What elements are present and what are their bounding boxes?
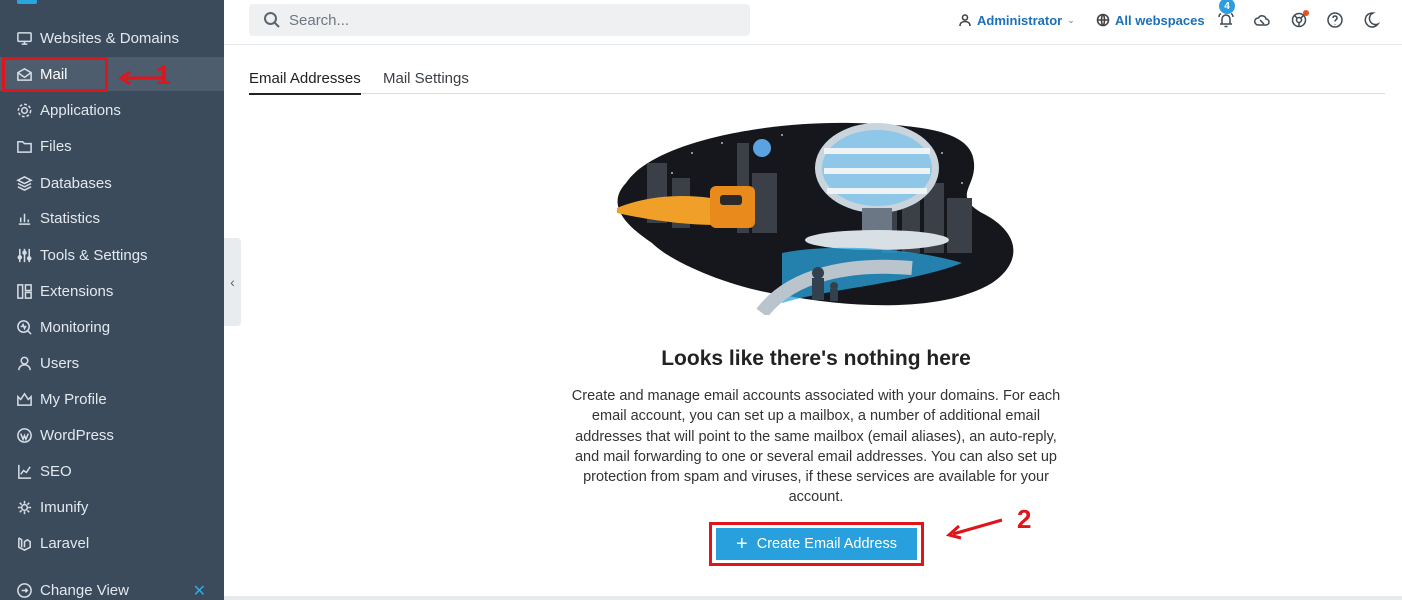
sidebar-item-tools-settings[interactable]: Tools & Settings (0, 238, 224, 272)
seo-icon (15, 462, 33, 480)
sidebar-item-wordpress[interactable]: WordPress (0, 418, 224, 452)
user-menu[interactable]: Administrator ⌄ (958, 0, 1075, 40)
annotation-step-1: 1 (156, 60, 171, 90)
sidebar-item-label: Statistics (40, 209, 101, 227)
sidebar-item-websites-domains[interactable]: Websites & Domains (0, 21, 224, 55)
sidebar-item-label: Databases (40, 174, 112, 192)
sidebar-item-label: Users (40, 354, 80, 372)
sidebar-item-label: SEO (40, 462, 72, 480)
change-view-icon (15, 581, 33, 599)
app-window: Websites & Domains Mail Applications Fil… (0, 0, 1402, 600)
empty-state-description: Create and manage email accounts associa… (571, 388, 1061, 506)
sidebar-collapse-handle[interactable]: ‹ (224, 238, 241, 326)
wordpress-icon (15, 426, 33, 444)
webspaces-selector[interactable]: All webspaces (1096, 0, 1205, 40)
sidebar-item-label: Laravel (40, 534, 90, 552)
create-email-highlight: + Create Email Address (709, 522, 924, 566)
change-view-label: Change View (40, 581, 129, 599)
empty-state-title: Looks like there's nothing here (661, 347, 971, 370)
sidebar-item-files[interactable]: Files (0, 129, 224, 163)
sidebar-item-label: Extensions (40, 282, 114, 300)
topbar: Administrator ⌄ All webspaces 4 (224, 0, 1402, 45)
sidebar-item-label: Tools & Settings (40, 246, 148, 264)
user-icon (959, 14, 971, 27)
close-icon[interactable]: ✕ (193, 581, 206, 600)
user-name: Administrator (977, 12, 1063, 28)
tabs-bar: Email Addresses Mail Settings (249, 62, 1385, 95)
database-icon (15, 174, 33, 192)
empty-state-illustration (617, 122, 1014, 315)
webspaces-label: All webspaces (1115, 12, 1205, 28)
sidebar-item-label: WordPress (40, 426, 114, 444)
sidebar-item-label: Monitoring (40, 318, 111, 336)
cloud-icon[interactable] (1253, 11, 1271, 29)
folder-icon (15, 137, 33, 155)
sidebar-item-imunify[interactable]: Imunify (0, 490, 224, 524)
monitor-icon (15, 29, 33, 47)
sidebar-item-label: My Profile (40, 390, 107, 408)
sidebar-item-laravel[interactable]: Laravel (0, 526, 224, 560)
sidebar-item-extensions[interactable]: Extensions (0, 274, 224, 308)
sidebar-item-users[interactable]: Users (0, 346, 224, 380)
gear-icon (15, 101, 33, 119)
logo (17, 0, 37, 4)
monitoring-icon (15, 318, 33, 336)
search-input[interactable] (289, 11, 709, 29)
bar-chart-icon (15, 209, 33, 227)
create-email-label: Create Email Address (756, 536, 897, 552)
tab-mail-settings[interactable]: Mail Settings (383, 70, 469, 95)
user-icon (15, 354, 33, 372)
chevron-left-icon: ‹ (230, 274, 235, 290)
sidebar-item-statistics[interactable]: Statistics (0, 201, 224, 235)
laravel-icon (15, 534, 33, 552)
bottom-divider (224, 596, 1402, 600)
sidebar-item-label: Imunify (40, 498, 89, 516)
search-icon (264, 12, 280, 28)
annotation-mail-highlight (2, 57, 108, 92)
grid-icon (15, 282, 33, 300)
sidebar-item-label: Websites & Domains (40, 29, 179, 47)
sidebar-item-my-profile[interactable]: My Profile (0, 382, 224, 416)
support-status-dot (1303, 10, 1309, 16)
imunify-icon (15, 498, 33, 516)
profile-icon (15, 390, 33, 408)
annotation-arrow-2 (945, 518, 1003, 540)
globe-icon (1096, 13, 1110, 27)
sidebar-item-databases[interactable]: Databases (0, 166, 224, 200)
sliders-icon (15, 246, 33, 264)
sidebar-item-applications[interactable]: Applications (0, 93, 224, 127)
sidebar-item-label: Files (40, 137, 72, 155)
plus-icon: + (736, 533, 748, 555)
dark-mode-icon[interactable] (1362, 11, 1381, 29)
change-view-button[interactable]: Change View ✕ (0, 573, 224, 600)
sidebar-item-seo[interactable]: SEO (0, 454, 224, 488)
help-icon[interactable] (1326, 11, 1344, 29)
annotation-step-2: 2 (1017, 504, 1032, 534)
search-box[interactable] (249, 4, 750, 36)
chevron-down-icon: ⌄ (1067, 14, 1075, 25)
sidebar-item-label: Applications (40, 101, 121, 119)
sidebar-item-monitoring[interactable]: Monitoring (0, 310, 224, 344)
create-email-address-button[interactable]: + Create Email Address (716, 528, 917, 560)
tab-email-addresses[interactable]: Email Addresses (249, 70, 361, 95)
